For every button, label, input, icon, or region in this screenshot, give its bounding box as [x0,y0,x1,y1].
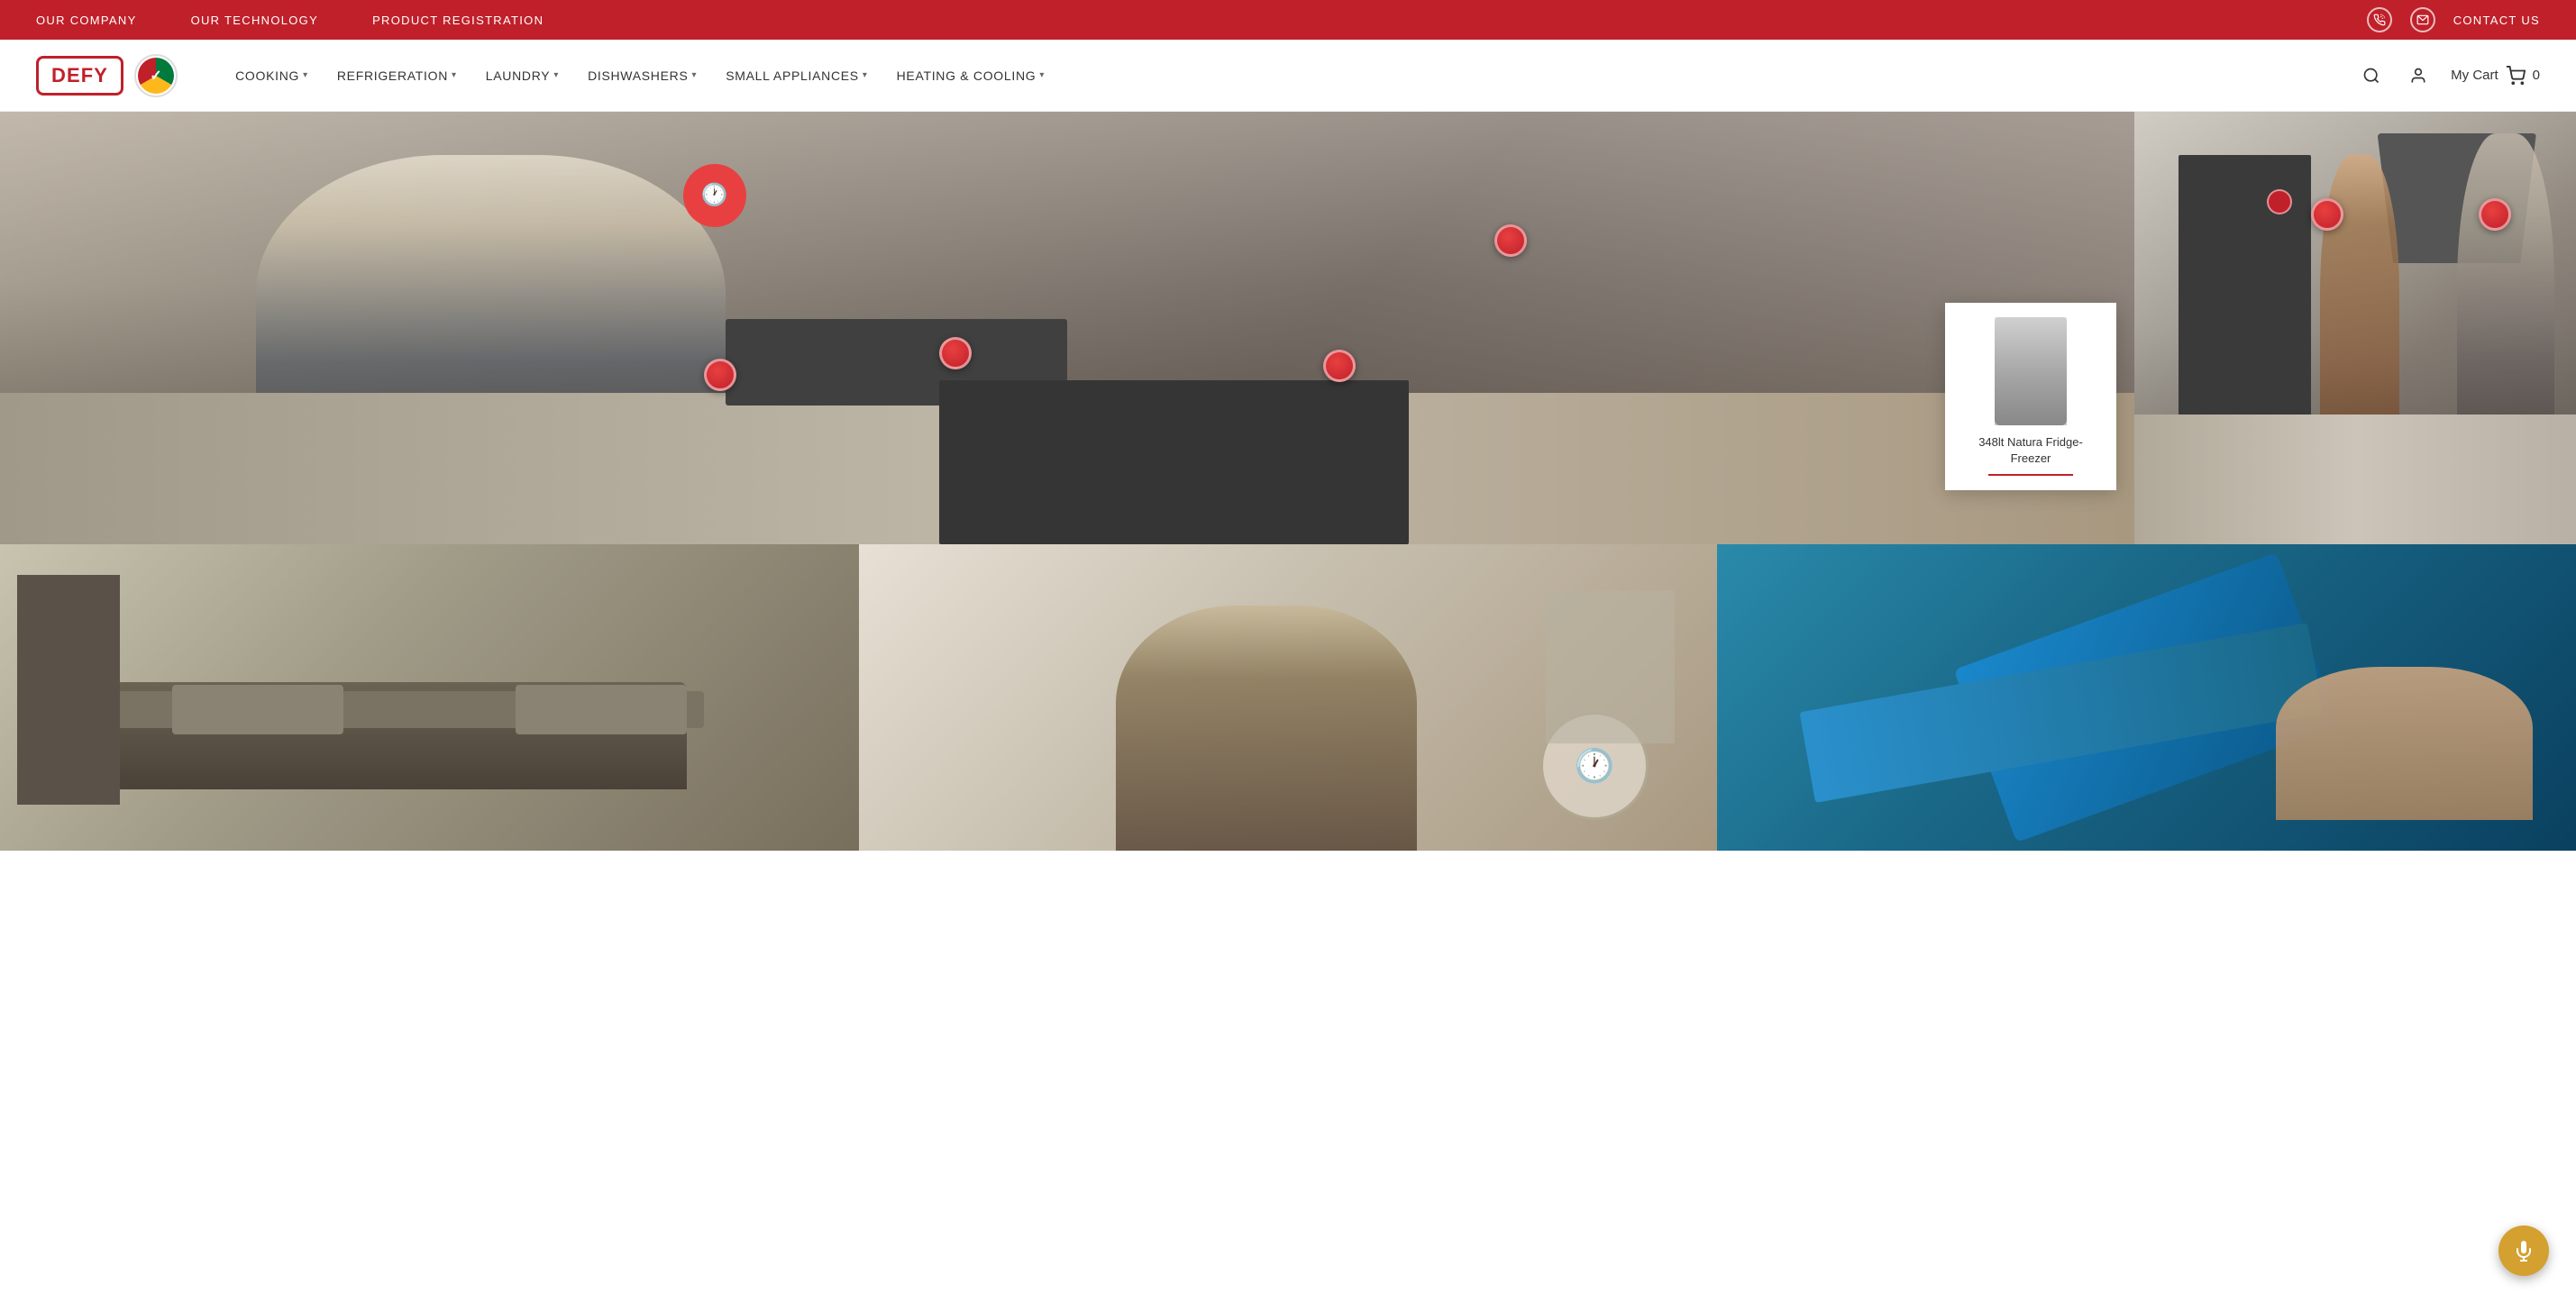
product-registration-link[interactable]: PRODUCT REGISTRATION [372,14,544,27]
laundry-label: LAUNDRY [486,68,551,83]
small-appliances-label: SMALL APPLIANCES [726,68,859,83]
nav-item-refrigeration[interactable]: REFRIGERATION ▾ [324,61,470,90]
nav-item-dishwashers[interactable]: DISHWASHERS ▾ [575,61,709,90]
search-button[interactable] [2357,61,2386,90]
hotspot-right-1[interactable] [2311,198,2343,231]
refrigeration-label: REFRIGERATION [337,68,448,83]
hotspot-right-2[interactable] [2479,198,2511,231]
bottom-grid: 🕐 [0,544,2576,851]
hero-left-panel: 🕐 348lt Natura Fridge-Freezer [0,112,2134,544]
bottom-card-vacuum[interactable] [1717,544,2576,851]
dishwashers-chevron: ▾ [691,70,697,80]
top-bar: OUR COMPANY OUR TECHNOLOGY PRODUCT REGIS… [0,0,2576,40]
microphone-fab[interactable] [2498,1226,2549,1276]
cooking-chevron: ▾ [303,70,308,80]
heating-cooling-chevron: ▾ [1039,70,1045,80]
product-popup-image [1995,317,2067,425]
cart-count: 0 [2533,68,2540,83]
our-technology-link[interactable]: OUR TECHNOLOGY [191,14,318,27]
mail-icon[interactable] [2410,7,2435,32]
dishwashers-label: DISHWASHERS [588,68,688,83]
laundry-chevron: ▾ [553,70,559,80]
top-bar-links: OUR COMPANY OUR TECHNOLOGY PRODUCT REGIS… [36,14,544,27]
hotspot-3[interactable] [1494,224,1527,257]
cart-button[interactable]: My Cart 0 [2451,66,2540,86]
phone-icon[interactable] [2367,7,2392,32]
hero-section: 🕐 348lt Natura Fridge-Freezer [0,112,2576,544]
kitchen-image-left: 🕐 [0,112,2134,544]
refrigeration-chevron: ▾ [452,70,457,80]
user-account-button[interactable] [2404,61,2433,90]
nav-item-heating-cooling[interactable]: HEATING & COOLING ▾ [884,61,1058,90]
quality-badge [134,54,178,97]
clock-image: 🕐 [859,544,1718,851]
small-appliances-chevron: ▾ [863,70,868,80]
nav-item-small-appliances[interactable]: SMALL APPLIANCES ▾ [713,61,880,90]
top-bar-right: CONTACT US [2367,7,2540,32]
contact-us-link[interactable]: CONTACT US [2453,14,2540,27]
product-popup-title: 348lt Natura Fridge-Freezer [1959,434,2102,467]
nav-item-laundry[interactable]: LAUNDRY ▾ [473,61,571,90]
logo-area: DEFY [36,54,178,97]
our-company-link[interactable]: OUR COMPANY [36,14,137,27]
bottom-card-living[interactable] [0,544,859,851]
nav-item-cooking[interactable]: COOKING ▾ [223,61,321,90]
hero-right-panel [2134,112,2576,544]
cart-label: My Cart [2451,68,2498,83]
living-room-image [0,544,859,851]
heating-cooling-label: HEATING & COOLING [897,68,1037,83]
defy-logo[interactable]: DEFY [36,56,123,96]
kitchen-image-right [2134,112,2576,544]
nav-links: COOKING ▾ REFRIGERATION ▾ LAUNDRY ▾ DISH… [223,61,2357,90]
main-navigation: DEFY COOKING ▾ REFRIGERATION ▾ LAUNDRY ▾… [0,40,2576,112]
product-popup: 348lt Natura Fridge-Freezer [1945,303,2116,490]
nav-right-actions: My Cart 0 [2357,61,2540,90]
cooking-label: COOKING [235,68,299,83]
bottom-card-clock[interactable]: 🕐 [859,544,1718,851]
hotspot-2[interactable] [1323,350,1356,382]
hotspot-1[interactable] [939,337,972,369]
hotspot-4[interactable] [704,359,736,391]
product-popup-underline [1988,474,2074,476]
vacuum-image [1717,544,2576,851]
